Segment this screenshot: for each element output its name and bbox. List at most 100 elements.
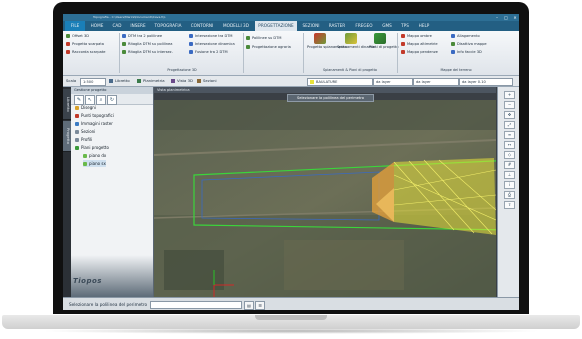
refresh-icon[interactable]: ↻	[107, 95, 117, 105]
ortho-icon[interactable]: ⊥	[504, 171, 515, 179]
piani-di-progetto-button[interactable]: Piani di progetto	[369, 33, 399, 49]
points-icon	[75, 114, 79, 118]
map-viewport[interactable]	[154, 100, 496, 297]
vista-3d-button[interactable]: Vista 3D	[171, 76, 193, 86]
measure-icon[interactable]: ↔	[504, 141, 515, 149]
libretto-button[interactable]: Libretto	[109, 76, 130, 86]
properties-icon[interactable]: i	[504, 181, 515, 189]
tab-fregeo[interactable]: FREGEO	[351, 21, 377, 31]
mappa-altimetrie-button[interactable]: Mappa altimetrie	[401, 41, 438, 47]
progetta-scarpata-button[interactable]: Progetta scarpata	[66, 41, 104, 47]
tree-node-piano-dx[interactable]: piano dx	[83, 152, 106, 159]
viewport-tab[interactable]: Vista planimetrica	[154, 87, 496, 93]
ribbon-panel: Offset 3D Progetta scarpata Raccorda sca…	[63, 31, 519, 76]
folder-icon	[75, 106, 79, 110]
group-label-spianamenti: Spianamenti & Piani di progetto	[322, 68, 377, 72]
spianamento-icon	[314, 33, 326, 44]
tab-raster[interactable]: RASTER	[325, 21, 349, 31]
tab-modelli-3d[interactable]: MODELLI 3D	[219, 21, 253, 31]
tab-topografia[interactable]: TOPOGRAFIA	[151, 21, 185, 31]
tree-node-raster[interactable]: Immagini raster	[75, 120, 113, 127]
export-icon[interactable]: ⇪	[504, 201, 515, 209]
mappa-ombre-button[interactable]: Mappa ombre	[401, 33, 432, 39]
zoom-out-icon[interactable]: −	[504, 101, 515, 109]
tab-sezioni[interactable]: SEZIONI	[299, 21, 323, 31]
sezioni-button[interactable]: Sezioni	[197, 76, 217, 86]
zoom-icon[interactable]: ⌕	[96, 95, 106, 105]
tree-node-disegni[interactable]: Disegni	[75, 104, 96, 111]
title-bar: Topografia - C:\Users\Marini\Documenti\C…	[63, 14, 519, 21]
base-notch	[255, 315, 327, 320]
layer-color-swatch	[310, 80, 314, 84]
command-input[interactable]	[150, 301, 242, 309]
tab-libretto-side[interactable]: Libretto	[63, 89, 71, 120]
mappa-pendenze-button[interactable]: Mappa pendenze	[401, 49, 438, 55]
raccorda-scarpate-button[interactable]: Raccorda scarpate	[66, 49, 105, 55]
minimize-button[interactable]: –	[493, 15, 501, 20]
brand-logo: Tiopos	[73, 277, 102, 285]
lineweight-select[interactable]: da layer 0.10	[459, 78, 513, 86]
fusione-tra-2-dtm-button[interactable]: Fusione tra 2 DTM	[189, 49, 228, 55]
tab-gms[interactable]: GMS	[379, 21, 395, 31]
scale-select[interactable]: 1:500	[80, 78, 106, 86]
allagamento-button[interactable]: Allagamento	[451, 33, 480, 39]
group-label-mappe: Mappe del terreno	[440, 68, 472, 72]
zoom-extents-icon[interactable]: ⤢	[504, 121, 515, 129]
grid-icon[interactable]: #	[504, 161, 515, 169]
field-block	[154, 100, 496, 130]
intersezione-tra-dtm-button[interactable]: Intersezione tra DTM	[189, 33, 233, 39]
dtm-tra-2-polilinee-button[interactable]: DTM tra 2 polilinee	[122, 33, 162, 39]
tab-progettazione[interactable]: PROGETTAZIONE	[255, 21, 297, 31]
command-history-icon[interactable]: ▤	[244, 301, 254, 310]
color-select[interactable]: da layer	[373, 78, 413, 86]
disattiva-mappe-button[interactable]: Disattiva mappe	[451, 41, 487, 47]
tab-help[interactable]: HELP	[415, 21, 433, 31]
polilinee-su-dtm-button[interactable]: Polilinee su DTM	[246, 35, 281, 41]
print-icon[interactable]: ⎙	[504, 191, 515, 199]
linetype-select[interactable]: da layer	[413, 78, 459, 86]
zoom-in-icon[interactable]: +	[504, 91, 515, 99]
ribbon-separator	[119, 33, 120, 73]
tree-label: Piani progetto	[81, 145, 109, 150]
layers-icon[interactable]: ≡	[504, 131, 515, 139]
tab-progetto-side[interactable]: Progetto	[63, 121, 71, 152]
tab-contorni[interactable]: CONTORNI	[187, 21, 217, 31]
layer-select[interactable]: BAULATURE	[307, 78, 373, 86]
planimetria-icon	[137, 79, 141, 83]
tree-node-piano-sx[interactable]: piano sx	[83, 160, 106, 167]
tree-node-sezioni[interactable]: Sezioni	[75, 128, 95, 135]
tab-file[interactable]: FILE	[65, 21, 85, 31]
maximize-button[interactable]: □	[502, 15, 510, 20]
progettazione-agraria-button[interactable]: Progettazione agraria	[246, 44, 291, 50]
info-faccie-3d-button[interactable]: Info faccie 3D	[451, 49, 482, 55]
spianamenti-dinamici-icon	[345, 33, 357, 44]
intersezione-dinamica-button[interactable]: Intersezione dinamica	[189, 41, 235, 47]
tree-node-piani[interactable]: Piani progetto	[75, 144, 109, 151]
planimetria-button[interactable]: Planimetria	[137, 76, 165, 86]
tab-tps[interactable]: TPS	[397, 21, 413, 31]
piani-di-progetto-label: Piani di progetto	[369, 45, 399, 49]
map-canvas[interactable]	[154, 100, 496, 297]
ribbon-separator	[397, 33, 398, 73]
tab-insere[interactable]: INSERE	[127, 21, 149, 31]
spianamenti-dinamici-button[interactable]: Spianamenti dinamici	[337, 33, 376, 49]
ritaglia-dtm-intersez-button[interactable]: Ritaglia DTM su intersez.	[122, 49, 173, 55]
tab-cad[interactable]: CAD	[109, 21, 125, 31]
ritaglia-dtm-polilinea-button[interactable]: Ritaglia DTM su polilinea	[122, 41, 172, 47]
close-button[interactable]: ✕	[511, 15, 519, 20]
scale-label: Scala	[66, 78, 77, 83]
side-tab-rail: Libretto Progetto	[63, 87, 71, 297]
sezioni-icon	[197, 79, 201, 83]
panel-footer	[71, 255, 153, 297]
ribbon-tabs: FILE HOME CAD INSERE TOPOGRAFIA CONTORNI…	[63, 21, 519, 31]
vista-3d-label: Vista 3D	[177, 78, 193, 83]
command-options-icon[interactable]: ☰	[255, 301, 265, 310]
tree-node-profili[interactable]: Profili	[75, 136, 92, 143]
plane-icon	[75, 146, 79, 150]
tab-home[interactable]: HOME	[87, 21, 107, 31]
pan-icon[interactable]: ✥	[504, 111, 515, 119]
progetto-spianamento-button[interactable]: Progetto spianamento	[307, 33, 347, 49]
offset-3d-button[interactable]: Offset 3D	[66, 33, 89, 39]
snap-icon[interactable]: ◇	[504, 151, 515, 159]
tree-node-punti[interactable]: Punti topografici	[75, 112, 114, 119]
